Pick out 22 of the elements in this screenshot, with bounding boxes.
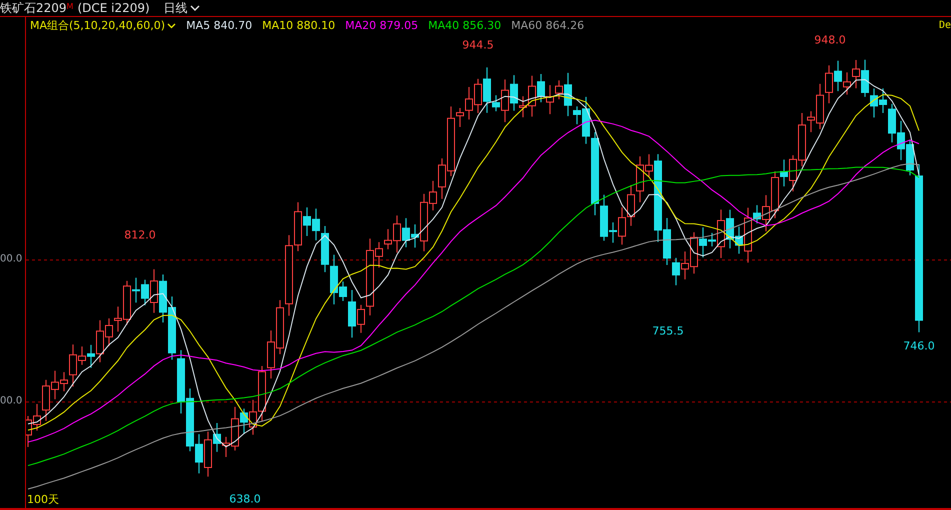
price-label: 812.0 <box>124 228 156 242</box>
range-label: 100天 <box>27 492 59 507</box>
indicator-dropdown[interactable]: MA组合(5,10,20,40,60,0) <box>30 18 176 33</box>
period-dropdown[interactable]: 日线 <box>164 0 200 16</box>
moving-average-value: MA20 879.05 <box>345 19 418 32</box>
price-axis-label: 00.0 <box>0 254 22 264</box>
price-label: 638.0 <box>229 492 261 506</box>
moving-average-value: MA60 864.26 <box>511 19 584 32</box>
price-label: 948.0 <box>814 34 846 46</box>
indicator-label: De <box>938 20 951 31</box>
price-label: 746.0 <box>903 340 935 352</box>
moving-average-value: MA10 880.10 <box>262 19 336 32</box>
price-axis-label: 00.0 <box>0 396 22 406</box>
chevron-down-icon <box>167 22 176 28</box>
symbol-mark: M <box>66 2 74 11</box>
moving-average-value: MA5 840.70 <box>186 19 252 32</box>
chevron-down-icon <box>190 4 200 12</box>
moving-average-value: MA40 856.30 <box>428 19 502 32</box>
price-label: 755.5 <box>652 324 684 338</box>
price-label: 944.5 <box>462 38 494 52</box>
exchange-code: (DCE i2209) <box>77 1 150 15</box>
symbol-title: 铁矿石2209 <box>0 0 67 16</box>
